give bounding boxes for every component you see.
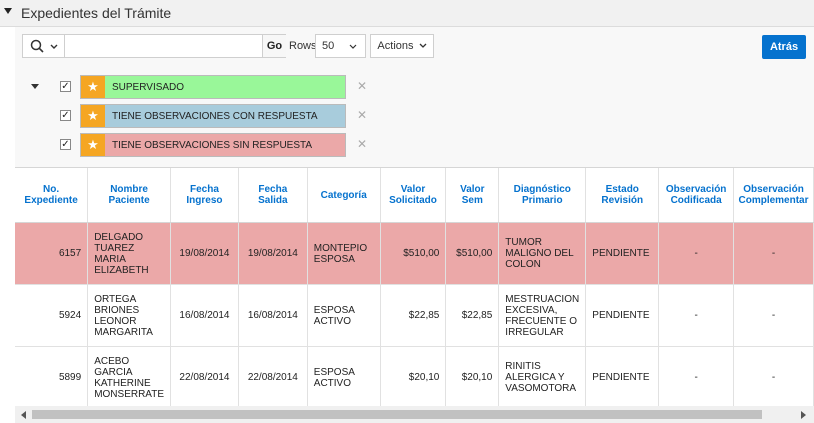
- report-toolbar: Go Rows 50 Actions Atrás: [15, 27, 814, 67]
- star-icon: ★: [81, 105, 105, 127]
- cell-fecha-ingreso: 19/08/2014: [170, 222, 239, 285]
- filter-checkbox[interactable]: ✓: [60, 110, 71, 121]
- report-region: Go Rows 50 Actions Atrás ✓ ★ SUPERVISADO…: [15, 27, 814, 423]
- scroll-thumb[interactable]: [32, 410, 762, 419]
- cell-fecha-ingreso: 22/08/2014: [170, 346, 239, 407]
- column-header[interactable]: Observación Codificada: [658, 168, 735, 223]
- star-icon: ★: [81, 134, 105, 156]
- column-header[interactable]: Categoría: [307, 168, 381, 223]
- report-table: No. Expediente Nombre Paciente Fecha Ing…: [15, 168, 814, 407]
- cell-valor-sem: $20,10: [445, 346, 500, 407]
- filter-checkbox[interactable]: ✓: [60, 139, 71, 150]
- report-table-container: No. Expediente Nombre Paciente Fecha Ing…: [15, 167, 814, 407]
- filter-label: TIENE OBSERVACIONES SIN RESPUESTA: [112, 140, 313, 151]
- search-box: Go: [22, 34, 286, 58]
- actions-label: Actions: [377, 40, 414, 52]
- remove-filter-icon[interactable]: ✕: [357, 79, 367, 93]
- search-input[interactable]: [66, 35, 259, 57]
- cell-obs-codificada: -: [658, 346, 735, 407]
- cell-valor-solicitado: $22,85: [380, 284, 447, 347]
- filters-collapse-icon[interactable]: [31, 84, 39, 89]
- star-icon: ★: [81, 76, 105, 98]
- cell-paciente: DELGADO TUAREZ MARIA ELIZABETH: [87, 222, 172, 285]
- cell-obs-complementaria: -: [733, 222, 814, 285]
- table-row[interactable]: 5924 ORTEGA BRIONES LEONOR MARGARITA 16/…: [15, 284, 814, 347]
- cell-estado: PENDIENTE: [585, 346, 660, 407]
- cell-obs-codificada: -: [658, 284, 735, 347]
- cell-fecha-ingreso: 16/08/2014: [170, 284, 239, 347]
- cell-expediente: 5924: [15, 284, 89, 347]
- cell-categoria: ESPOSA ACTIVO: [307, 346, 381, 407]
- cell-obs-complementaria: -: [733, 284, 814, 347]
- rows-label: Rows: [289, 40, 317, 52]
- column-header[interactable]: Observación Complementar: [733, 168, 814, 223]
- cell-expediente: 5899: [15, 346, 89, 407]
- chevron-down-icon: [349, 44, 357, 49]
- filter-label: TIENE OBSERVACIONES CON RESPUESTA: [112, 111, 318, 122]
- cell-diagnostico: RINITIS ALERGICA Y VASOMOTORA: [498, 346, 587, 407]
- cell-valor-sem: $510,00: [445, 222, 500, 285]
- column-header[interactable]: Fecha Salida: [238, 168, 308, 223]
- region-title: Expedientes del Trámite: [21, 5, 172, 21]
- remove-filter-icon[interactable]: ✕: [357, 137, 367, 151]
- filter-chip[interactable]: ★ TIENE OBSERVACIONES CON RESPUESTA: [80, 104, 346, 128]
- column-header[interactable]: Fecha Ingreso: [170, 168, 239, 223]
- column-header[interactable]: Estado Revisión: [585, 168, 660, 223]
- column-header[interactable]: Valor Solicitado: [380, 168, 447, 223]
- search-icon: [30, 39, 44, 53]
- cell-estado: PENDIENTE: [585, 284, 660, 347]
- rows-select-value: 50: [322, 40, 335, 52]
- cell-valor-sem: $22,85: [445, 284, 500, 347]
- cell-estado: PENDIENTE: [585, 222, 660, 285]
- cell-fecha-salida: 22/08/2014: [238, 346, 308, 407]
- cell-expediente: 6157: [15, 222, 89, 285]
- cell-valor-solicitado: $510,00: [380, 222, 447, 285]
- back-button[interactable]: Atrás: [762, 35, 806, 59]
- remove-filter-icon[interactable]: ✕: [357, 108, 367, 122]
- cell-diagnostico: TUMOR MALIGNO DEL COLON: [498, 222, 587, 285]
- cell-obs-codificada: -: [658, 222, 735, 285]
- rows-select[interactable]: 50: [315, 34, 366, 58]
- column-header[interactable]: Nombre Paciente: [87, 168, 172, 223]
- header-row: No. Expediente Nombre Paciente Fecha Ing…: [15, 168, 814, 223]
- cell-valor-solicitado: $20,10: [380, 346, 447, 407]
- chevron-down-icon: [419, 43, 427, 48]
- cell-paciente: ACEBO GARCIA KATHERINE MONSERRATE: [87, 346, 172, 407]
- filter-label: SUPERVISADO: [112, 82, 185, 93]
- cell-fecha-salida: 16/08/2014: [238, 284, 308, 347]
- cell-diagnostico: MESTRUACION EXCESIVA, FRECUENTE O IRREGU…: [498, 284, 587, 347]
- column-header[interactable]: No. Expediente: [15, 168, 89, 223]
- cell-paciente: ORTEGA BRIONES LEONOR MARGARITA: [87, 284, 172, 347]
- filter-chip[interactable]: ★ SUPERVISADO: [80, 75, 346, 99]
- cell-fecha-salida: 19/08/2014: [238, 222, 308, 285]
- collapse-toggle-icon[interactable]: [4, 8, 12, 14]
- filter-row-supervisado: ✓ ★ SUPERVISADO ✕: [60, 75, 367, 99]
- scroll-right-icon[interactable]: [801, 411, 806, 419]
- region-header: Expedientes del Trámite: [0, 0, 814, 27]
- search-column-menu[interactable]: [23, 35, 65, 57]
- filter-row-sin-respuesta: ✓ ★ TIENE OBSERVACIONES SIN RESPUESTA ✕: [60, 133, 367, 157]
- cell-categoria: ESPOSA ACTIVO: [307, 284, 381, 347]
- cell-categoria: MONTEPIO ESPOSA: [307, 222, 381, 285]
- highlight-filters: ✓ ★ SUPERVISADO ✕ ✓ ★ TIENE OBSERVACIONE…: [15, 67, 814, 167]
- chevron-down-icon: [50, 44, 58, 49]
- column-header[interactable]: Valor Sem: [445, 168, 500, 223]
- actions-menu-button[interactable]: Actions: [370, 34, 434, 58]
- column-header[interactable]: Diagnóstico Primario: [498, 168, 587, 223]
- table-row[interactable]: 5899 ACEBO GARCIA KATHERINE MONSERRATE 2…: [15, 346, 814, 407]
- cell-obs-complementaria: -: [733, 346, 814, 407]
- go-button[interactable]: Go: [262, 35, 286, 57]
- horizontal-scrollbar[interactable]: [15, 406, 814, 423]
- filter-checkbox[interactable]: ✓: [60, 81, 71, 92]
- filter-row-con-respuesta: ✓ ★ TIENE OBSERVACIONES CON RESPUESTA ✕: [60, 104, 367, 128]
- scroll-left-icon[interactable]: [21, 411, 26, 419]
- table-row[interactable]: 6157 DELGADO TUAREZ MARIA ELIZABETH 19/0…: [15, 222, 814, 285]
- filter-chip[interactable]: ★ TIENE OBSERVACIONES SIN RESPUESTA: [80, 133, 346, 157]
